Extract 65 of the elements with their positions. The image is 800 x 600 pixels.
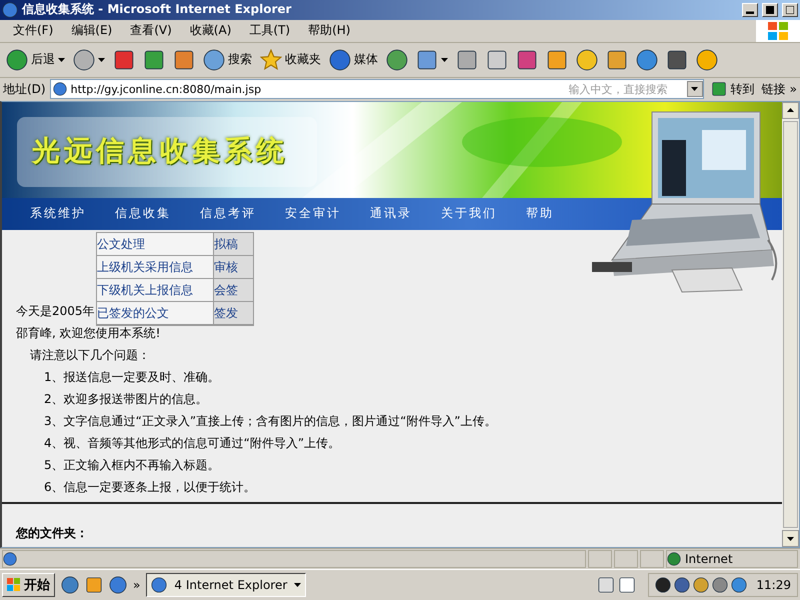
scroll-up-button[interactable] [782,102,799,119]
nav-link[interactable]: 系统维护 [30,205,86,222]
notice-text: 2、欢迎多报送带图片的信息。 [43,390,208,408]
nav-link[interactable]: 关于我们 [441,205,497,222]
windows-logo-icon [7,578,21,592]
notice-text: 4、视、音频等其他形式的信息可通过“附件导入”上传。 [43,434,340,452]
menu-item[interactable]: 帮助(H) [299,22,360,40]
arrow-up-icon [787,108,794,112]
toolbar-button[interactable]: 搜索 [200,44,255,75]
welcome-text: 邵育峰, 欢迎您使用本系统! [16,324,160,342]
nav-link[interactable]: 信息考评 [200,205,256,222]
dropdown-item[interactable]: 拟稿 [214,232,253,256]
clock: 11:29 [756,578,791,592]
dropdown-item[interactable]: 上级机关采用信息 [97,256,214,279]
dropdown-button[interactable] [686,81,703,98]
nav-link[interactable]: 帮助 [526,205,554,222]
menu-item[interactable]: 编辑(E) [62,22,122,40]
dropdown-item[interactable]: 已签发的公文 [97,302,214,325]
address-label: 地址(D) [3,80,46,98]
windows-logo-icon [756,20,800,42]
dropdown-item[interactable]: 公文处理 [97,232,214,256]
links-label[interactable]: 链接 [762,80,786,98]
dropdown-item[interactable]: 会签 [214,278,253,302]
close-icon [786,6,794,14]
dropdown-item[interactable]: 审核 [214,256,253,279]
menu-item[interactable]: 收藏(A) [180,22,240,40]
start-button[interactable]: 开始 [2,573,55,598]
address-field[interactable]: http://gy.jconline.cn:8080/main.jsp 输入中文，直接搜索 [50,79,704,100]
caret-icon [294,583,302,588]
toolbar-button[interactable]: 媒体 [326,44,381,75]
notice-text: 6、信息一定要逐条上报，以便于统计。 [43,478,256,496]
nav-link[interactable]: 安全审计 [285,205,341,222]
minimize-button[interactable] [742,2,758,17]
nav-link[interactable]: 通讯录 [370,205,412,222]
scroll-down-button[interactable] [782,530,799,548]
notice-title: 请注意以下几个问题： [29,346,150,364]
menu-item[interactable]: 文件(F) [4,22,62,40]
notice-text: 5、正文输入框内不再输入标题。 [43,456,220,474]
notice-text: 1、报送信息一定要及时、准确。 [43,368,220,386]
close-button[interactable] [782,2,798,17]
nav-link[interactable]: 信息收集 [115,205,171,222]
menu-item[interactable]: 查看(V) [121,22,181,40]
dropdown-item[interactable]: 下级机关上报信息 [97,278,214,302]
caret-icon [98,58,105,62]
more-button[interactable]: » [133,578,140,592]
taskbar-button[interactable]: 4 Internet Explorer [146,573,306,598]
go-button[interactable]: 转到 [708,80,758,98]
caret-icon [691,87,698,92]
folder-title: 您的文件夹： [16,524,88,542]
window-title: 信息收集系统 - Microsoft Internet Explorer [22,1,292,18]
toolbar-button[interactable]: 收藏夹 [257,44,324,75]
star-icon [260,48,282,71]
maximize-button[interactable] [762,2,778,17]
notice-text: 3、文字信息通过“正文录入”直接上传；含有图片的信息，图片通过“附件导入”上传。 [43,412,497,430]
date-text: 今天是2005年 [16,302,95,320]
scrollbar[interactable] [782,102,799,548]
maximize-icon [766,6,774,14]
caret-icon [441,58,448,62]
toolbar-button[interactable]: 后退 [3,44,68,75]
dropdown-item[interactable]: 签发 [214,302,253,325]
menu-item[interactable]: 工具(T) [240,22,300,40]
caret-icon [58,58,65,62]
arrow-down-icon [787,536,794,541]
zone-label: Internet [685,552,733,566]
more-button[interactable]: » [790,82,797,96]
